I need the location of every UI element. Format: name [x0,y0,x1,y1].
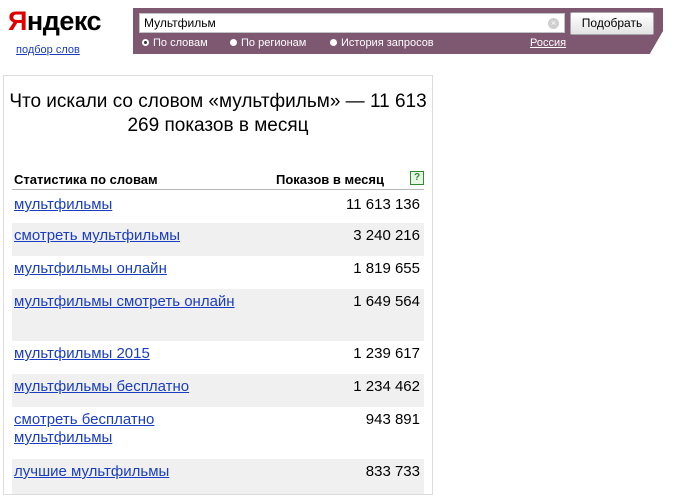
count-value: 1 819 655 [353,260,420,277]
yandex-logo[interactable]: Яндекс [8,4,102,38]
region-link[interactable]: Россия [530,37,566,49]
results-title: Что искали со словом «мультфильм» — 11 6… [9,91,427,136]
radio-icon [230,39,237,46]
mode-radio-words[interactable]: По словам [142,37,208,49]
phrase-link[interactable]: мультфильмы смотреть онлайн [14,293,244,311]
mode-label: По словам [153,37,208,49]
logo-rest: ндекс [26,6,102,36]
results-panel: Что искали со словом «мультфильм» — 11 6… [3,75,433,495]
mode-radio-history[interactable]: История запросов [330,37,434,49]
table-row: мультфильмы смотреть онлайн 1 649 564 [12,289,424,341]
table-row: мультфильмы онлайн 1 819 655 [12,256,424,289]
mode-radio-regions[interactable]: По регионам [230,37,306,49]
clear-icon[interactable]: × [548,18,559,29]
mode-label: По регионам [241,37,307,49]
help-icon[interactable]: ? [410,171,424,185]
search-input[interactable]: Мультфильм × [139,13,565,33]
table-row: мультфильмы бесплатно 1 234 462 [12,374,424,407]
count-value: 1 234 462 [353,378,420,395]
search-query-text: Мультфильм [144,16,216,30]
table-row: лучшие мультфильмы 833 733 [12,459,424,494]
table-row: смотреть мультфильмы 3 240 216 [12,223,424,256]
table-row: мультфильмы 2015 1 239 617 [12,341,424,374]
column-header-count: Показов в месяц [276,172,384,187]
phrase-link[interactable]: мультфильмы онлайн [14,260,244,278]
count-value: 11 613 136 [346,196,420,213]
phrase-link[interactable]: мультфильмы 2015 [14,345,244,363]
count-value: 833 733 [365,463,420,480]
table-row: мультфильмы 11 613 136 [12,192,424,223]
phrase-link[interactable]: смотреть бесплатно мультфильмы [14,411,244,447]
submit-button[interactable]: Подобрать [570,12,654,35]
table-row: смотреть бесплатно мультфильмы 943 891 [12,407,424,459]
count-value: 943 891 [365,411,420,428]
mode-label: История запросов [341,37,434,49]
phrase-link[interactable]: смотреть мультфильмы [14,227,244,245]
count-value: 1 649 564 [353,293,420,310]
count-value: 3 240 216 [353,227,420,244]
header-divider [12,189,424,190]
radio-selected-icon [142,39,149,46]
column-header-words: Статистика по словам [14,172,158,187]
phrase-link[interactable]: мультфильмы бесплатно [14,378,244,396]
radio-icon [330,39,337,46]
count-value: 1 239 617 [353,345,420,362]
logo-first-letter: Я [8,6,27,36]
wordstat-link[interactable]: подбор слов [16,44,80,56]
phrase-link[interactable]: лучшие мультфильмы [14,463,244,481]
phrase-link[interactable]: мультфильмы [14,196,244,214]
